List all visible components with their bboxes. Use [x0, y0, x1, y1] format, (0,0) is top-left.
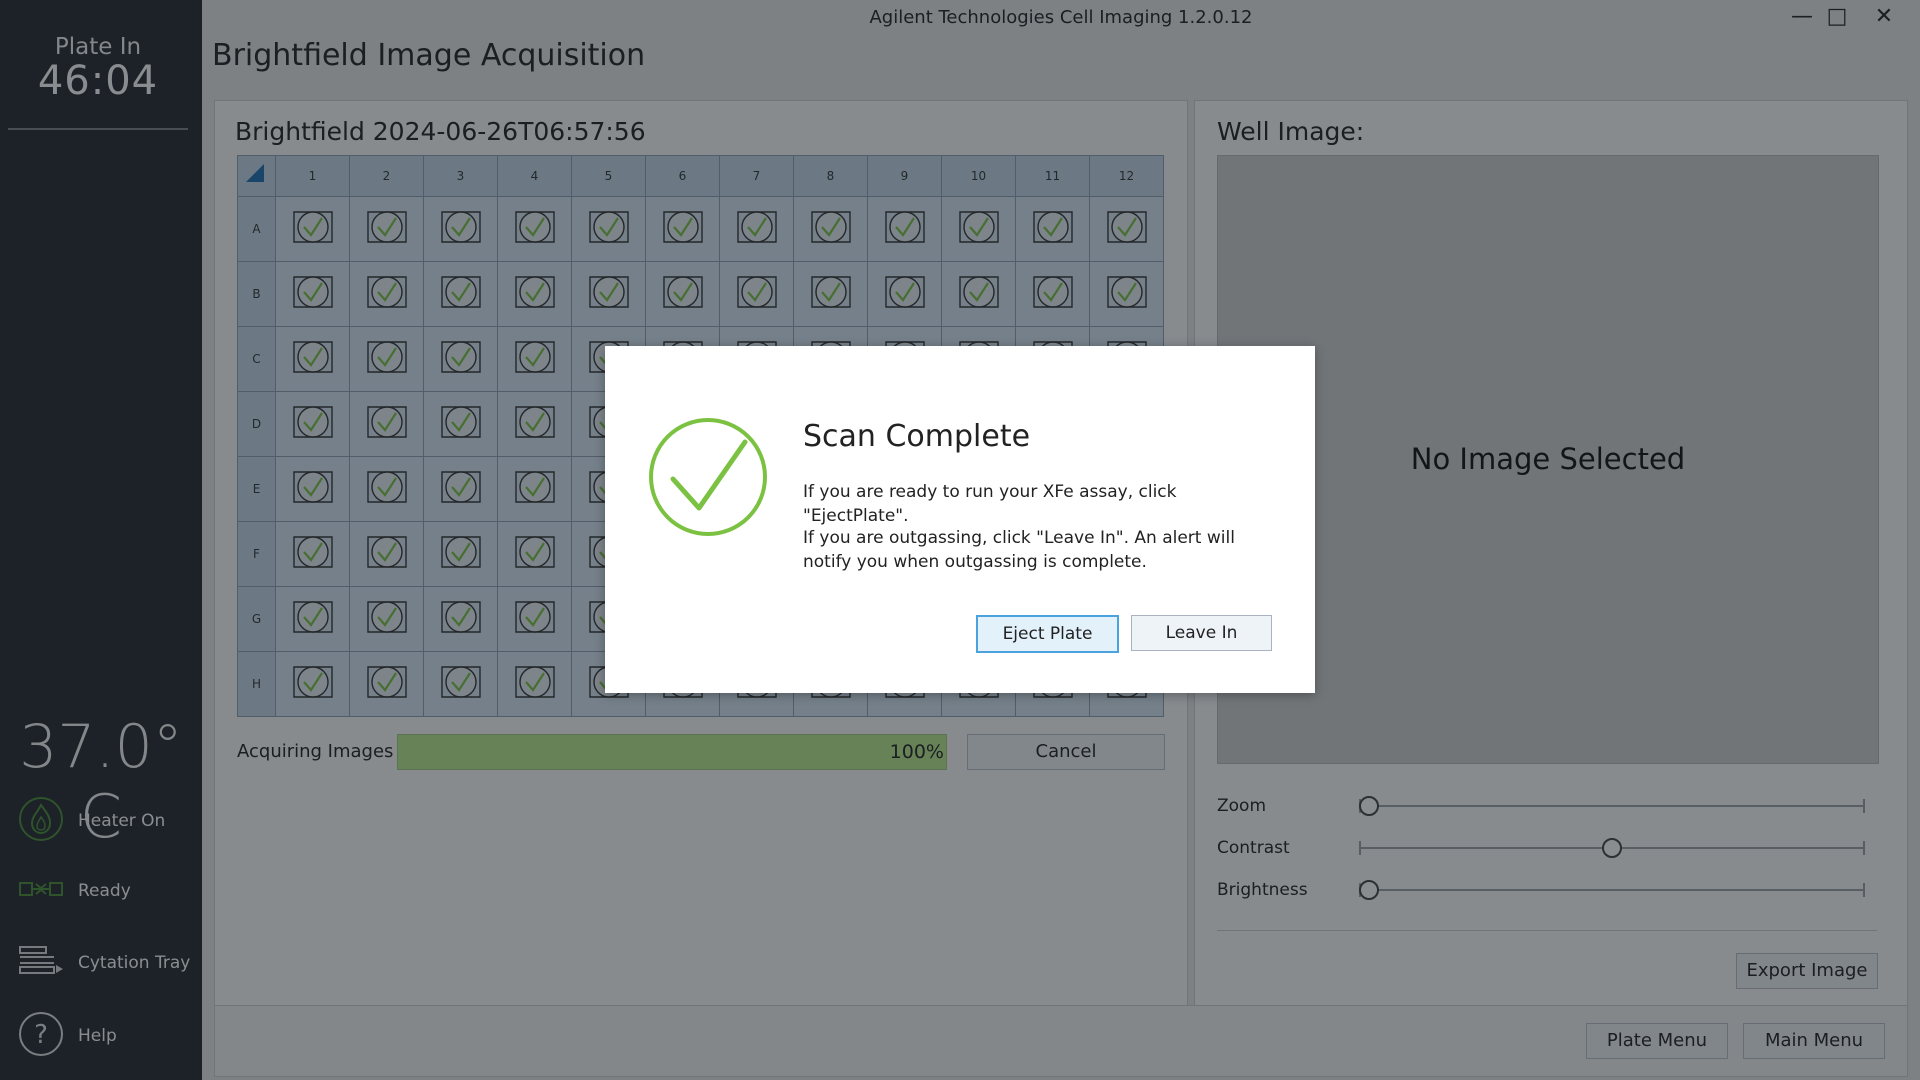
- dialog-message-outgas: If you are outgassing, click "Leave In".…: [803, 528, 1235, 572]
- eject-plate-button[interactable]: Eject Plate: [976, 615, 1119, 653]
- dialog-message-eject: If you are ready to run your XFe assay, …: [803, 482, 1177, 526]
- success-check-icon: [647, 416, 769, 542]
- scan-complete-dialog: Scan Complete If you are ready to run yo…: [605, 346, 1315, 693]
- leave-in-button[interactable]: Leave In: [1131, 615, 1272, 651]
- dialog-title: Scan Complete: [803, 419, 1031, 454]
